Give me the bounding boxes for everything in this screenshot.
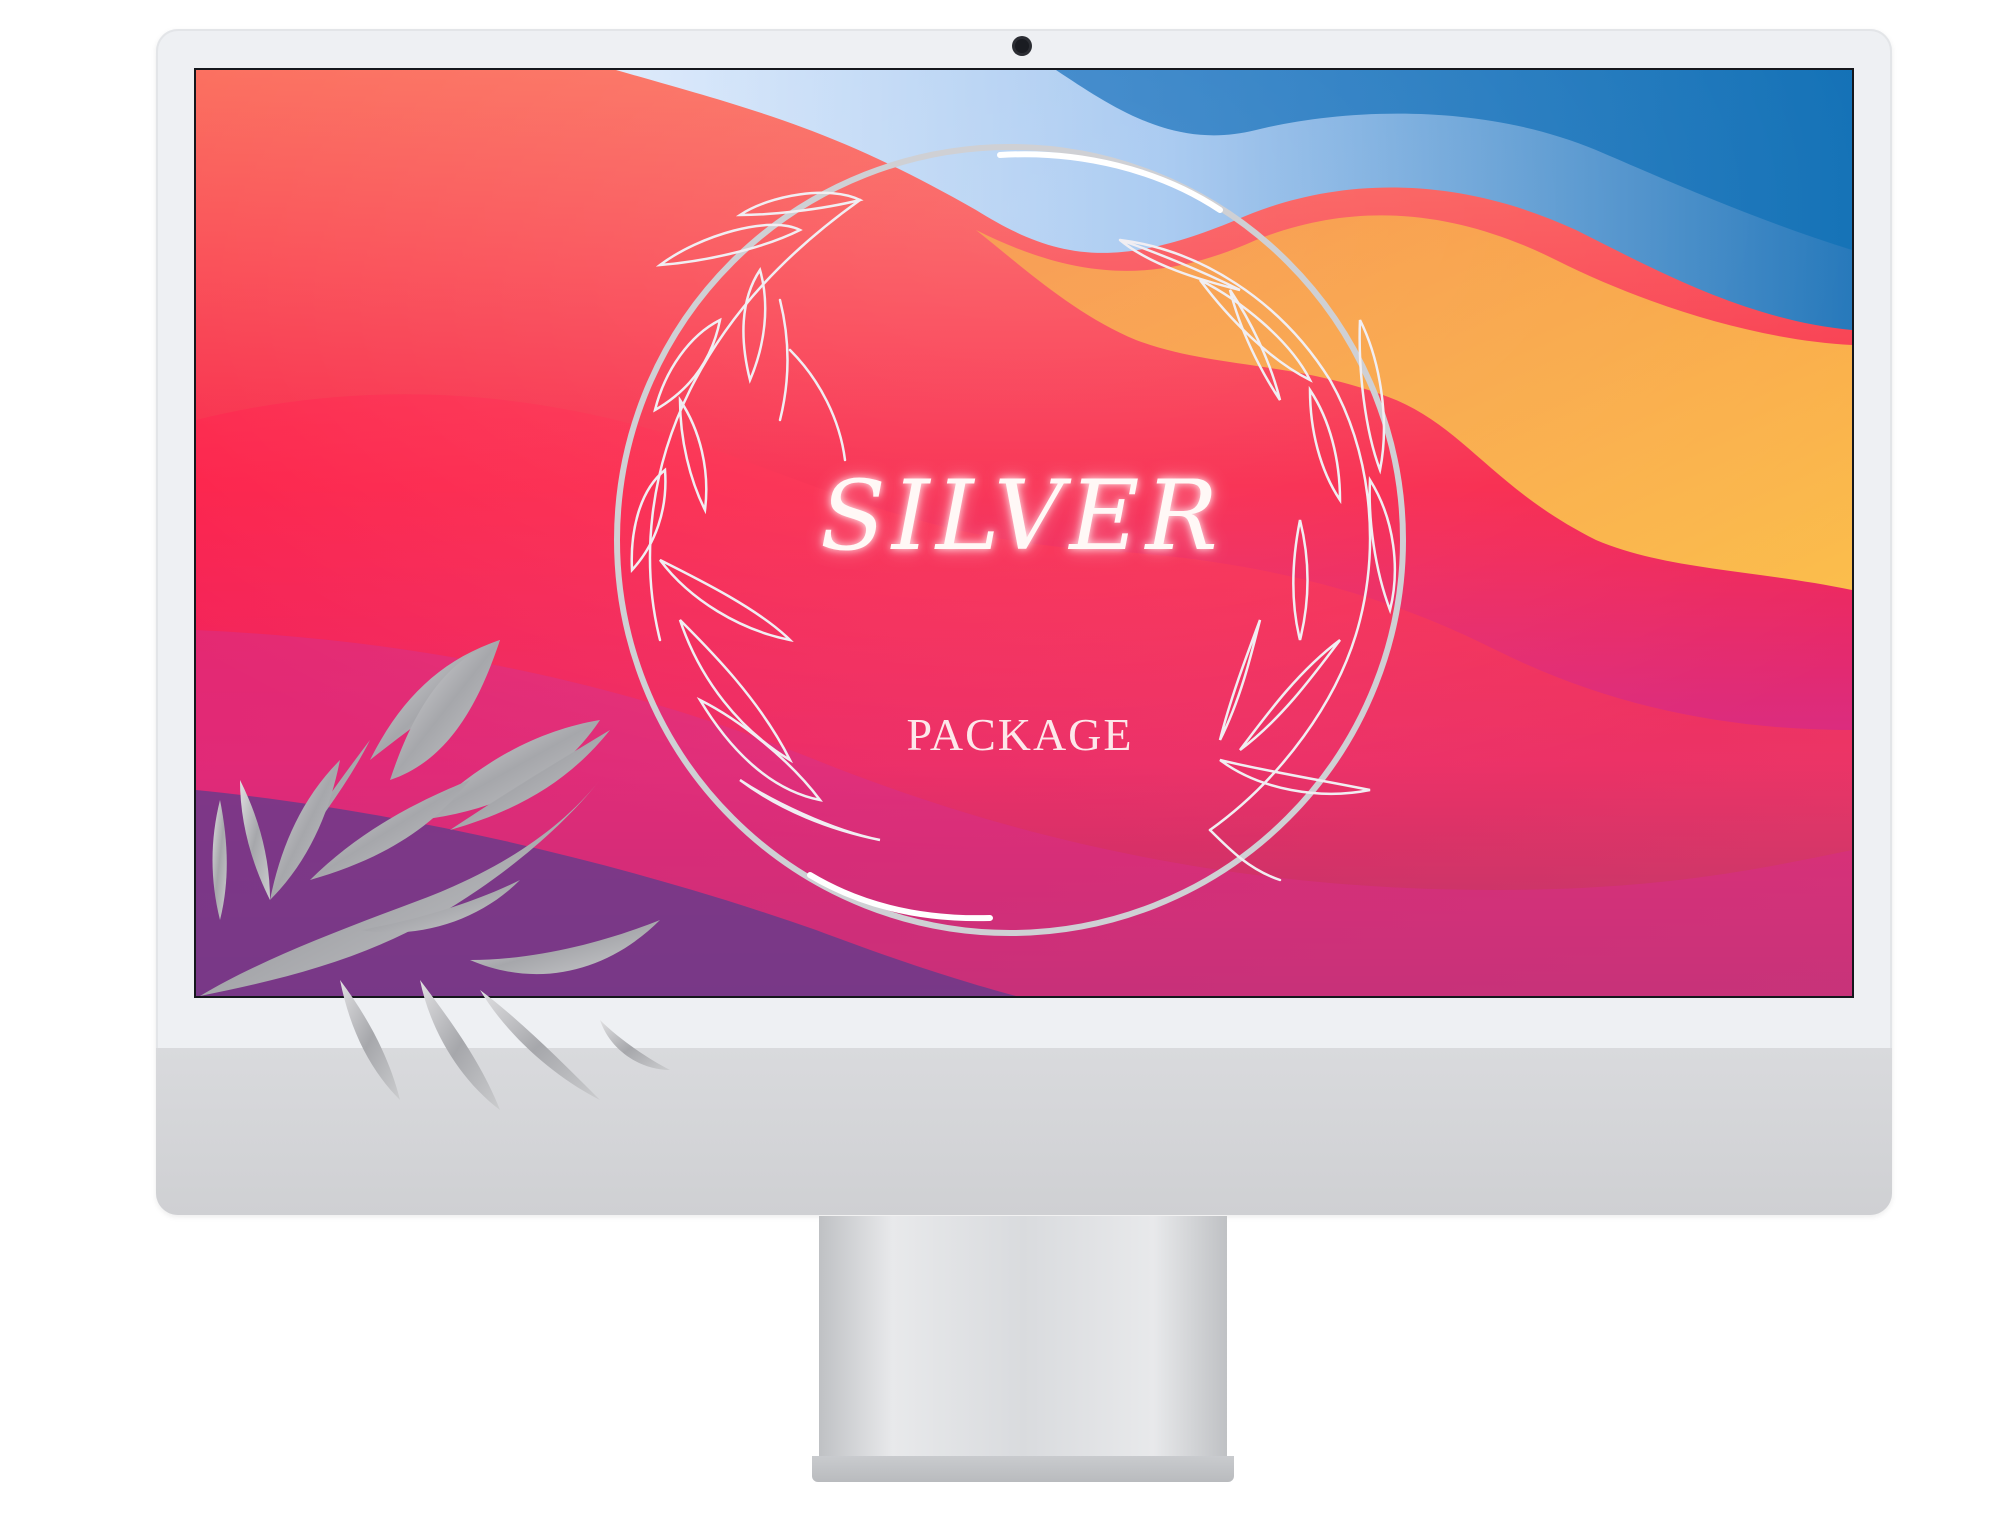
camera-icon [1015, 39, 1029, 53]
graphic-title: SILVER [820, 460, 1224, 572]
monitor-stand-foot [812, 1456, 1234, 1482]
graphic-subtitle: PACKAGE [906, 709, 1134, 760]
monitor-chin [156, 1048, 1892, 1215]
mockup-stage: SILVER PACKAGE [0, 0, 2000, 1513]
monitor-stand-neck [819, 1216, 1227, 1460]
